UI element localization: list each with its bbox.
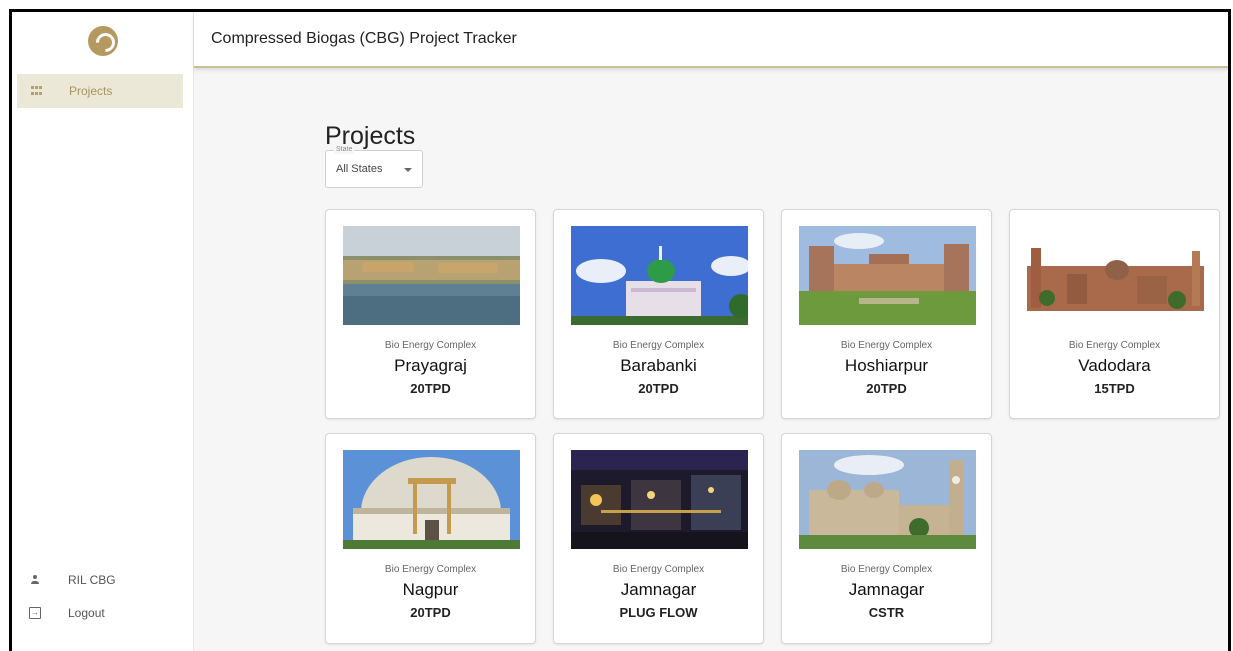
sidebar: Projects RIL CBG → Logout: [12, 12, 194, 651]
refinery-night-image: [571, 450, 748, 549]
card-capacity: 20TPD: [866, 381, 907, 396]
app-frame: Projects RIL CBG → Logout Compressed Bio…: [9, 9, 1231, 651]
card-category: Bio Energy Complex: [840, 564, 933, 575]
card-capacity: PLUG FLOW: [619, 605, 698, 620]
dome-stupa-image: [343, 450, 520, 549]
reliance-logo-icon[interactable]: [87, 26, 118, 56]
user-icon: [29, 574, 41, 586]
card-category: Bio Energy Complex: [1068, 340, 1161, 351]
card-category: Bio Energy Complex: [840, 340, 933, 351]
card-category: Bio Energy Complex: [384, 564, 477, 575]
app-title: Compressed Biogas (CBG) Project Tracker: [211, 30, 517, 47]
project-card[interactable]: Bio Energy Complex Jamnagar PLUG FLOW: [553, 433, 764, 644]
logo-area[interactable]: [12, 12, 193, 70]
card-city: Vadodara: [1078, 356, 1151, 375]
logout-label: Logout: [68, 606, 105, 620]
card-city: Prayagraj: [394, 356, 467, 375]
card-category: Bio Energy Complex: [612, 564, 705, 575]
palace-skyline-image: [1027, 226, 1204, 325]
card-capacity: 20TPD: [410, 381, 451, 396]
card-category: Bio Energy Complex: [612, 340, 705, 351]
sidebar-item-label: Projects: [69, 84, 113, 98]
sidebar-item-projects[interactable]: Projects: [17, 74, 183, 108]
card-city: Hoshiarpur: [844, 356, 929, 375]
user-name: RIL CBG: [68, 573, 116, 587]
clock-tower-palace-image: [799, 450, 976, 549]
project-card[interactable]: Bio Energy Complex Prayagraj 20TPD: [325, 209, 536, 419]
header: Compressed Biogas (CBG) Project Tracker: [194, 12, 1228, 68]
card-capacity: 15TPD: [1094, 381, 1135, 396]
user-menu[interactable]: RIL CBG: [12, 567, 193, 593]
card-city: Nagpur: [402, 580, 459, 599]
card-city: Jamnagar: [848, 580, 925, 599]
project-card[interactable]: Bio Energy Complex Nagpur 20TPD: [325, 433, 536, 644]
card-city: Barabanki: [620, 356, 697, 375]
chevron-down-icon: [404, 168, 412, 172]
state-filter-value: All States: [336, 163, 383, 175]
card-category: Bio Energy Complex: [384, 340, 477, 351]
palace-lawn-image: [799, 226, 976, 325]
project-card[interactable]: Bio Energy Complex Hoshiarpur 20TPD: [781, 209, 992, 419]
card-city: Jamnagar: [620, 580, 697, 599]
card-capacity: 20TPD: [638, 381, 679, 396]
project-card[interactable]: Bio Energy Complex Vadodara 15TPD: [1009, 209, 1220, 419]
dargah-image: [571, 226, 748, 325]
project-card[interactable]: Bio Energy Complex Jamnagar CSTR: [781, 433, 992, 644]
logout-button[interactable]: → Logout: [12, 600, 193, 626]
state-filter-select[interactable]: State All States: [325, 146, 423, 188]
state-filter-legend: State: [334, 146, 355, 154]
card-capacity: CSTR: [868, 605, 905, 620]
logout-icon: →: [29, 607, 41, 619]
grid-icon: [31, 86, 43, 96]
card-capacity: 20TPD: [410, 605, 451, 620]
project-card[interactable]: Bio Energy Complex Barabanki 20TPD: [553, 209, 764, 419]
river-fort-image: [343, 226, 520, 325]
